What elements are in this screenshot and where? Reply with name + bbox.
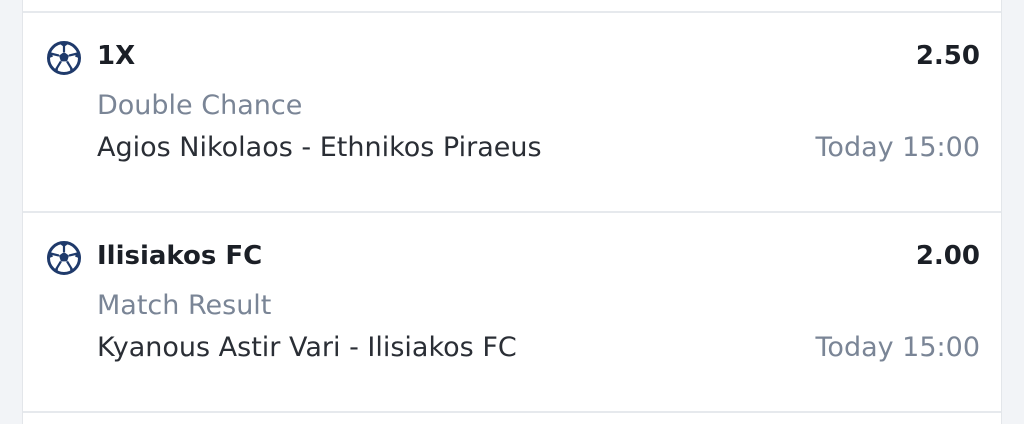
soccer-ball-icon <box>47 241 81 275</box>
soccer-ball-icon <box>47 41 81 75</box>
market-label: Match Result <box>97 290 272 321</box>
bet-item[interactable]: Ilisiakos FC 2.00 Match Result Kyanous A… <box>23 213 1001 413</box>
selection-label: 1X <box>97 41 136 71</box>
event-name: Agios Nikolaos - Ethnikos Piraeus <box>97 132 542 163</box>
bet-item[interactable]: 1X 2.50 Double Chance Agios Nikolaos - E… <box>23 13 1001 213</box>
odds-value: 2.50 <box>915 41 980 71</box>
odds-value: 2.00 <box>915 241 980 271</box>
bet-list: 1X 2.50 Double Chance Agios Nikolaos - E… <box>22 0 1002 424</box>
event-time: Today 15:00 <box>815 132 980 163</box>
selection-label: Ilisiakos FC <box>97 241 263 271</box>
event-time: Today 15:00 <box>815 332 980 363</box>
event-name: Kyanous Astir Vari - Ilisiakos FC <box>97 332 517 363</box>
market-label: Double Chance <box>97 90 303 121</box>
